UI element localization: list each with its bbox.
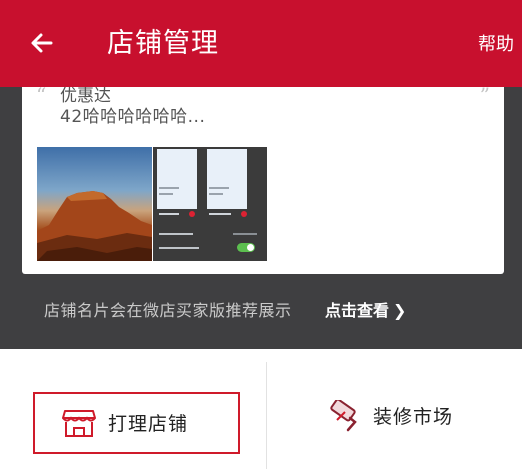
promo-info-text: 店铺名片会在微店买家版推荐展示 — [44, 301, 292, 320]
view-details-label: 点击查看 — [325, 301, 390, 320]
help-button[interactable]: 帮助 — [478, 30, 514, 60]
arrow-left-icon — [30, 31, 54, 59]
page-title: 店铺管理 — [107, 28, 219, 59]
quote-close-icon: ” — [479, 87, 490, 107]
toggle-switch — [237, 243, 255, 252]
storefront-icon — [61, 407, 97, 443]
shop-cover-image — [37, 147, 152, 261]
quote-open-icon: “ — [36, 87, 47, 107]
shop-layout-preview — [153, 147, 267, 261]
back-button[interactable] — [22, 25, 62, 65]
chevron-right-icon: ❯ — [393, 301, 407, 320]
action-divider — [266, 362, 267, 469]
decoration-market-label: 装修市场 — [373, 406, 454, 428]
shop-business-card[interactable]: “ ” 优惠达 42哈哈哈哈哈哈... — [22, 87, 504, 274]
decoration-market-button[interactable]: 装修市场 — [300, 388, 480, 448]
manage-shop-label: 打理店铺 — [108, 413, 189, 435]
shop-description: 42哈哈哈哈哈哈... — [60, 107, 206, 127]
manage-shop-button[interactable]: 打理店铺 — [33, 392, 240, 454]
app-header: 店铺管理 帮助 — [0, 0, 522, 87]
view-details-link[interactable]: 点击查看 ❯ — [325, 297, 406, 321]
paint-roller-icon — [328, 398, 362, 438]
